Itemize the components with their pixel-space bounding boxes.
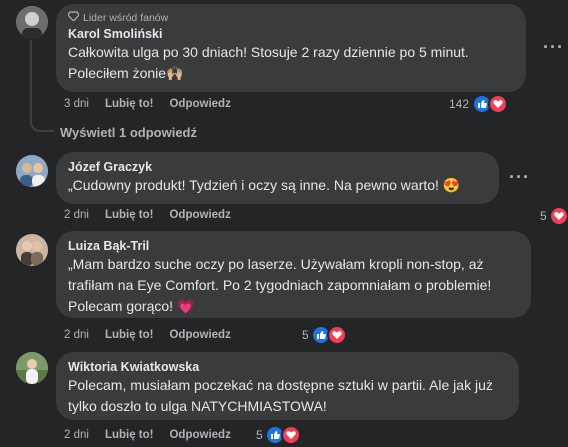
- comment-text-line: „Cudowny produkt! Tydzień i oczy są inne…: [68, 177, 461, 193]
- comment-author[interactable]: Wiktoria Kwiatkowska: [68, 359, 507, 375]
- comment-bubble: Luiza Bąk-Tril „Mam bardzo suche oczy po…: [56, 231, 531, 318]
- comment-bubble: Lider wśród fanów Karol Smoliński Całkow…: [56, 4, 526, 92]
- reaction-count: 5: [256, 428, 263, 442]
- avatar[interactable]: [16, 234, 48, 266]
- reply-button[interactable]: Odpowiedz: [169, 428, 230, 442]
- badge-label: Lider wśród fanów: [83, 12, 169, 24]
- comment-bubble: Wiktoria Kwiatkowska Polecam, musiałam p…: [56, 352, 519, 420]
- avatar[interactable]: [16, 6, 48, 38]
- comment-author[interactable]: Luiza Bąk-Tril: [68, 238, 519, 254]
- comment-text-line: tylko doszło to ulga NATYCHMIASTOWA!: [68, 398, 327, 414]
- love-reaction-icon: [280, 425, 301, 445]
- comment-bubble: Józef Graczyk „Cudowny produkt! Tydzień …: [56, 152, 499, 204]
- view-replies-link[interactable]: Wyświetl 1 odpowiedź: [60, 125, 197, 140]
- reply-button[interactable]: Odpowiedz: [169, 208, 230, 222]
- comment-time[interactable]: 2 dni: [64, 208, 89, 222]
- love-reaction-icon: [548, 206, 568, 226]
- comment-actions: 2 dni Lubię to! Odpowiedz: [64, 208, 231, 222]
- diamond-icon: [67, 11, 80, 25]
- comment-time[interactable]: 3 dni: [64, 97, 89, 111]
- reaction-summary[interactable]: 142: [449, 94, 509, 114]
- like-button[interactable]: Lubię to!: [105, 328, 154, 342]
- love-reaction-icon: [488, 94, 509, 114]
- like-button[interactable]: Lubię to!: [105, 97, 154, 111]
- reaction-count: 5: [540, 209, 547, 223]
- reaction-count: 142: [449, 97, 470, 111]
- comment-time[interactable]: 2 dni: [64, 428, 89, 442]
- avatar[interactable]: [16, 155, 48, 187]
- comment-text-line: Polecam gorąco! 💗: [68, 298, 195, 314]
- reply-button[interactable]: Odpowiedz: [169, 97, 230, 111]
- like-button[interactable]: Lubię to!: [105, 428, 154, 442]
- comment-text-line: Poleciłem żonie🙌🏼: [68, 65, 184, 81]
- comment-text-line: trafiłam na Eye Comfort. Po 2 tygodniach…: [68, 277, 492, 293]
- like-button[interactable]: Lubię to!: [105, 208, 154, 222]
- comment-time[interactable]: 2 dni: [64, 328, 89, 342]
- reaction-count: 5: [302, 328, 309, 342]
- comment-text-line: „Mam bardzo suche oczy po laserze. Używa…: [68, 256, 484, 272]
- reply-button[interactable]: Odpowiedz: [169, 328, 230, 342]
- comment-author[interactable]: Józef Graczyk: [68, 159, 487, 175]
- reaction-summary[interactable]: 5: [540, 206, 568, 226]
- reaction-summary[interactable]: 5: [256, 425, 301, 445]
- comment-text-line: Polecam, musiałam poczekać na dostępne s…: [68, 377, 493, 393]
- comment-author[interactable]: Karol Smoliński: [68, 26, 514, 42]
- love-reaction-icon: [326, 325, 347, 345]
- fan-badge: Lider wśród fanów: [67, 11, 514, 25]
- comment-text-line: Całkowita ulga po 30 dniach! Stosuje 2 r…: [68, 44, 469, 60]
- reaction-summary[interactable]: 5: [302, 325, 347, 345]
- comment-actions: 2 dni Lubię to! Odpowiedz: [64, 328, 231, 342]
- comment-actions: 3 dni Lubię to! Odpowiedz: [64, 97, 231, 111]
- comment-actions: 2 dni Lubię to! Odpowiedz: [64, 428, 231, 442]
- avatar[interactable]: [16, 352, 48, 384]
- more-options-icon[interactable]: ···: [543, 38, 564, 56]
- thread-connector: [30, 40, 54, 132]
- more-options-icon[interactable]: ···: [509, 168, 530, 186]
